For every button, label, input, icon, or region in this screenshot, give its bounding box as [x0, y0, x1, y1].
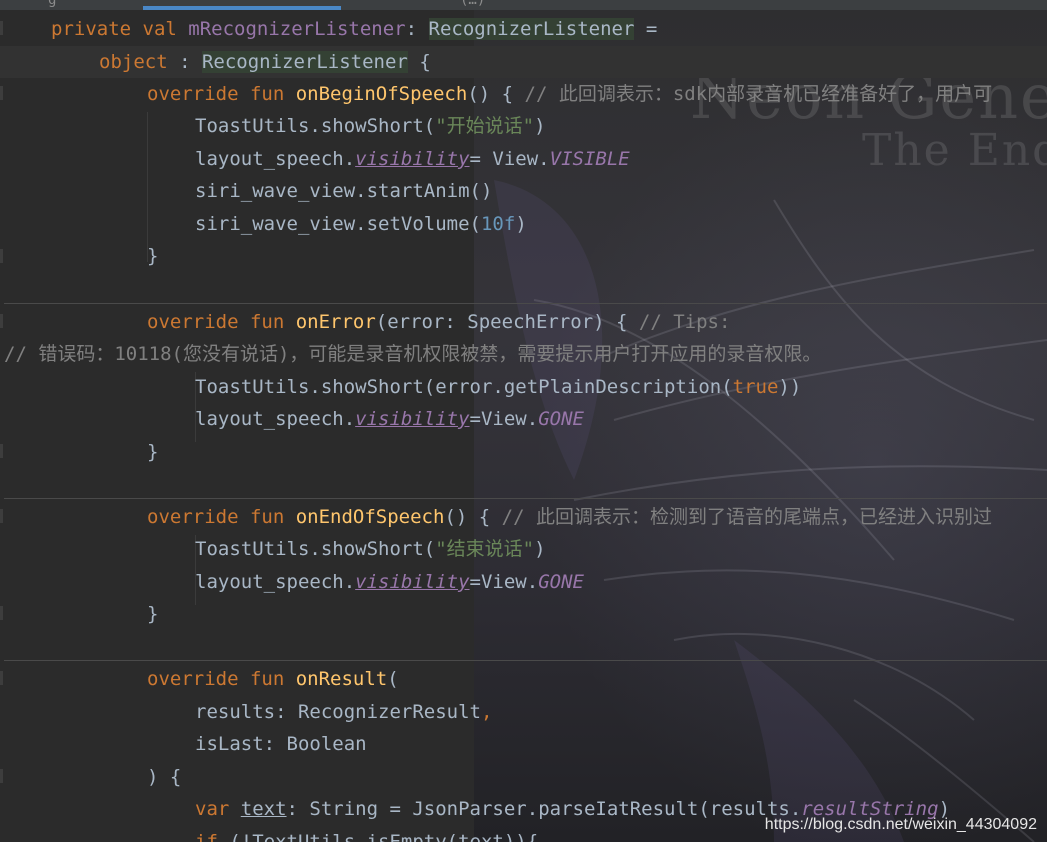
keyword: override fun	[147, 311, 296, 333]
code-line-8[interactable]: }	[0, 240, 1047, 272]
type-name: RecognizerListener	[428, 18, 635, 40]
code-text: layout_speech.	[195, 571, 356, 593]
comma: ,	[480, 701, 493, 723]
parameter: results: RecognizerResult	[195, 701, 481, 723]
code-text: (!TextUtils.isEmpty(text)){	[229, 831, 539, 842]
code-text: = View.	[469, 148, 550, 170]
code-line-17[interactable]: }	[0, 598, 1047, 630]
comment: // 此回调表示：sdk内部录音机已经准备好了，用户可	[524, 83, 993, 105]
method-separator	[4, 498, 1047, 499]
code-text: =View.	[469, 408, 539, 430]
string-literal: "结束说话"	[435, 538, 535, 560]
code-line-9[interactable]: override fun onError(error: SpeechError)…	[0, 306, 1047, 338]
active-tab-indicator	[143, 6, 341, 10]
punctuation: () {	[467, 83, 525, 105]
property-access: visibility	[355, 571, 470, 593]
property-access: visibility	[355, 148, 470, 170]
constant-field: VISIBLE	[549, 148, 630, 170]
code-line-12[interactable]: layout_speech.visibility=View.GONE	[0, 403, 1047, 435]
keyword: if	[195, 831, 230, 842]
punctuation: :	[405, 18, 429, 40]
keyword: true	[732, 376, 779, 398]
code-text: ToastUtils.showShort(	[195, 538, 436, 560]
function-name: onBeginOfSpeech	[295, 83, 468, 105]
code-text: (error: SpeechError) {	[375, 311, 639, 333]
constant-field: GONE	[538, 571, 584, 593]
watermark-url: https://blog.csdn.net/weixin_44304092	[764, 816, 1037, 833]
type-name: RecognizerListener	[201, 51, 408, 73]
code-line-2[interactable]: object : RecognizerListener {	[0, 46, 1047, 78]
string-literal: "开始说话"	[435, 115, 535, 137]
keyword: var	[195, 798, 241, 820]
code-line-20[interactable]: isLast: Boolean	[0, 728, 1047, 760]
punctuation: )	[534, 115, 546, 137]
punctuation: ) {	[147, 766, 182, 788]
code-editor[interactable]: Neon Gene The End g (…) private val mRec…	[0, 0, 1047, 842]
code-line-16[interactable]: layout_speech.visibility=View.GONE	[0, 566, 1047, 598]
punctuation: (	[387, 668, 399, 690]
comment: // 此回调表示：检测到了语音的尾端点，已经进入识别过	[501, 506, 992, 528]
keyword: private val	[51, 18, 189, 40]
punctuation: {	[407, 51, 431, 73]
function-name: onEndOfSpeech	[295, 506, 445, 528]
closing-brace: }	[147, 245, 159, 267]
tab-label-fragment[interactable]: g	[48, 0, 56, 8]
punctuation: ))	[778, 376, 802, 398]
code-line-14[interactable]: override fun onEndOfSpeech() { // 此回调表示：…	[0, 501, 1047, 533]
keyword: override fun	[147, 83, 296, 105]
function-name: onError	[295, 311, 376, 333]
punctuation: () {	[444, 506, 502, 528]
punctuation: )	[515, 213, 527, 235]
comment: // Tips:	[638, 311, 731, 333]
keyword: override fun	[147, 506, 296, 528]
code-line-15[interactable]: ToastUtils.showShort("结束说话")	[0, 533, 1047, 565]
code-text: ToastUtils.showShort(error.getPlainDescr…	[195, 376, 733, 398]
keyword: object	[99, 51, 168, 73]
code-text: siri_wave_view.startAnim()	[195, 180, 493, 202]
punctuation: )	[534, 538, 546, 560]
comment: // 错误码：10118(您没有说话)，可能是录音机权限被禁，需要提示用户打开应…	[4, 343, 822, 365]
code-line-7[interactable]: siri_wave_view.setVolume(10f)	[0, 208, 1047, 240]
code-line-6[interactable]: siri_wave_view.startAnim()	[0, 175, 1047, 207]
function-name: onResult	[295, 668, 388, 690]
method-separator	[4, 660, 1047, 661]
code-line-5[interactable]: layout_speech.visibility= View.VISIBLE	[0, 143, 1047, 175]
code-line-1[interactable]: private val mRecognizerListener: Recogni…	[0, 13, 1047, 45]
code-line-19[interactable]: results: RecognizerResult,	[0, 696, 1047, 728]
method-separator	[4, 303, 1047, 304]
code-text: layout_speech.	[195, 408, 356, 430]
code-line-4[interactable]: ToastUtils.showShort("开始说话")	[0, 110, 1047, 142]
parameter: isLast: Boolean	[195, 733, 367, 755]
property-name: mRecognizerListener	[188, 18, 406, 40]
operator: =	[634, 18, 658, 40]
constant-field: GONE	[538, 408, 584, 430]
property-access: visibility	[355, 408, 470, 430]
number-literal: 10f	[480, 213, 516, 235]
code-text: layout_speech.	[195, 148, 356, 170]
code-line-13[interactable]: }	[0, 436, 1047, 468]
closing-brace: }	[147, 441, 159, 463]
keyword: override fun	[147, 668, 296, 690]
variable-name: text	[240, 798, 287, 820]
code-line-21[interactable]: ) {	[0, 761, 1047, 793]
code-text: : String = JsonParser.parseIatResult(res…	[286, 798, 802, 820]
punctuation: :	[167, 51, 202, 73]
code-line-3[interactable]: override fun onBeginOfSpeech() { // 此回调表…	[0, 78, 1047, 110]
code-text: siri_wave_view.setVolume(	[195, 213, 481, 235]
editor-tab-strip[interactable]: g (…)	[0, 0, 1047, 10]
code-line-11[interactable]: ToastUtils.showShort(error.getPlainDescr…	[0, 371, 1047, 403]
code-text: =View.	[469, 571, 539, 593]
tab-label-fragment-2[interactable]: (…)	[460, 0, 485, 8]
code-line-18[interactable]: override fun onResult(	[0, 663, 1047, 695]
code-line-10[interactable]: // 错误码：10118(您没有说话)，可能是录音机权限被禁，需要提示用户打开应…	[0, 338, 1047, 370]
closing-brace: }	[147, 603, 159, 625]
code-text: ToastUtils.showShort(	[195, 115, 436, 137]
